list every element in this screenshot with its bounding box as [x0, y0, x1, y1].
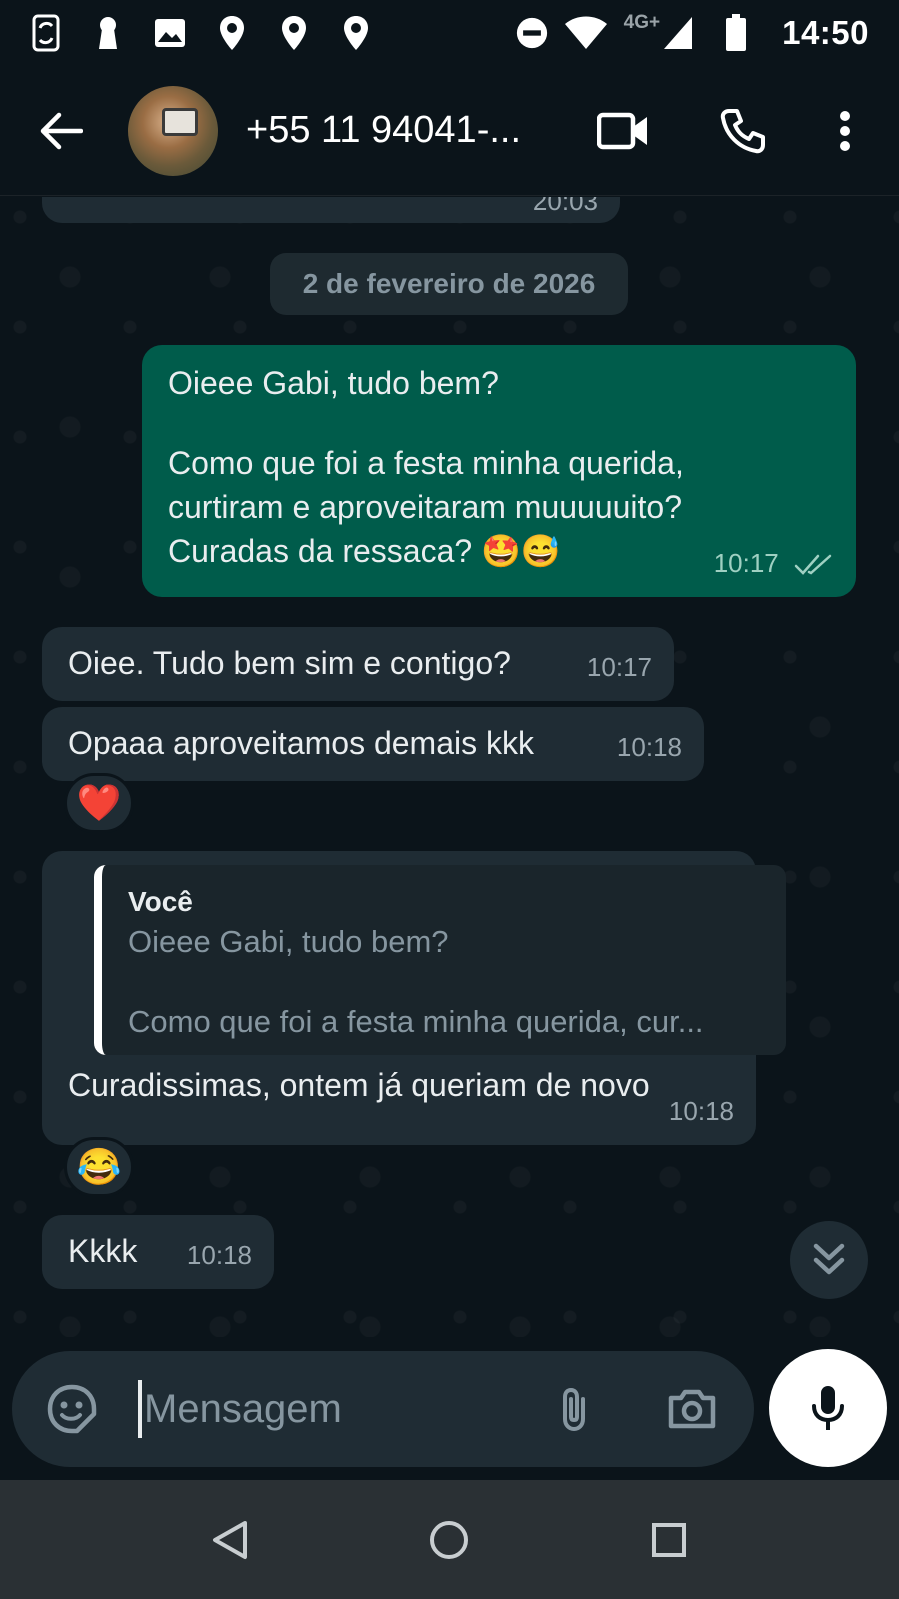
- mic-icon: [812, 1386, 844, 1430]
- previous-message[interactable]: 20:03: [42, 197, 620, 223]
- location-pin-icon: [278, 15, 310, 51]
- phone-icon[interactable]: [713, 101, 773, 161]
- reaction-badge[interactable]: 😂: [64, 1137, 134, 1197]
- incoming-message[interactable]: Opaaa aproveitamos demais kkk 10:18: [42, 707, 704, 781]
- quote-text: Oieee Gabi, tudo bem?: [128, 924, 449, 959]
- message-text: Kkkk: [68, 1233, 138, 1269]
- wifi-icon: [564, 15, 608, 51]
- text-caret: [138, 1380, 142, 1438]
- system-nav-bar: [0, 1480, 899, 1599]
- chat-header: +55 11 94041-...: [0, 66, 899, 196]
- double-chevron-down-icon: [813, 1243, 845, 1275]
- dnd-icon: [516, 15, 548, 51]
- nav-recents-icon[interactable]: [639, 1510, 699, 1570]
- message-time: 10:17: [713, 548, 779, 578]
- incoming-message[interactable]: Oiee. Tudo bem sim e contigo? 10:17: [42, 627, 674, 701]
- camera-icon[interactable]: [662, 1379, 722, 1439]
- chat-area[interactable]: 20:03 2 de fevereiro de 2026 Oieee Gabi,…: [0, 197, 899, 1337]
- image-icon: [154, 15, 186, 51]
- quoted-message[interactable]: Você Oieee Gabi, tudo bem? Como que foi …: [94, 865, 786, 1055]
- network-type: 4G+: [623, 12, 661, 33]
- composer: [0, 1337, 899, 1480]
- attach-icon[interactable]: [544, 1379, 604, 1439]
- outgoing-message[interactable]: Oieee Gabi, tudo bem? Como que foi a fes…: [142, 345, 856, 597]
- more-vert-icon[interactable]: [815, 101, 875, 161]
- back-arrow-icon[interactable]: [36, 106, 86, 156]
- message-time: 10:17: [586, 652, 652, 682]
- message-time: 20:03: [532, 197, 598, 216]
- mic-button[interactable]: [769, 1349, 887, 1467]
- sticker-icon[interactable]: [42, 1379, 102, 1439]
- message-time: 10:18: [186, 1240, 252, 1270]
- message-text: Opaaa aproveitamos demais kkk: [68, 725, 534, 761]
- avatar[interactable]: [128, 85, 218, 176]
- signal-icon: [662, 15, 694, 51]
- quote-author: Você: [128, 886, 193, 917]
- message-time: 10:18: [616, 732, 682, 762]
- message-text: curtiram e aproveitaram muuuuuito?: [168, 489, 683, 525]
- incoming-message[interactable]: Kkkk 10:18: [42, 1215, 274, 1289]
- quote-text: Como que foi a festa minha querida, cur.…: [128, 1004, 704, 1039]
- keyhole-icon: [92, 15, 124, 51]
- message-input[interactable]: [144, 1386, 534, 1432]
- location-pin-icon: [340, 15, 372, 51]
- location-pin-icon: [216, 15, 248, 51]
- contact-name[interactable]: +55 11 94041-...: [246, 109, 556, 152]
- data-saver-icon: [30, 14, 62, 52]
- battery-icon: [720, 14, 752, 51]
- message-input-bar[interactable]: [12, 1351, 754, 1467]
- message-meta: 10:17: [714, 541, 834, 585]
- message-text: Como que foi a festa minha querida,: [168, 445, 684, 481]
- message-text: Oieee Gabi, tudo bem?: [168, 365, 499, 401]
- incoming-reply-message[interactable]: Você Oieee Gabi, tudo bem? Como que foi …: [42, 851, 786, 1145]
- status-bar: 4G+ 14:50: [0, 0, 899, 66]
- video-call-icon[interactable]: [593, 101, 653, 161]
- message-text: Curadissimas, ontem já queriam de novo: [68, 1067, 650, 1103]
- date-separator: 2 de fevereiro de 2026: [270, 253, 628, 315]
- read-ticks-icon: [794, 554, 832, 575]
- clock: 14:50: [782, 14, 869, 51]
- message-text: Oiee. Tudo bem sim e contigo?: [68, 645, 511, 681]
- scroll-to-bottom-button[interactable]: [790, 1221, 868, 1299]
- reaction-badge[interactable]: ❤️: [64, 773, 134, 833]
- message-time: 10:18: [668, 1096, 734, 1126]
- nav-home-icon[interactable]: [419, 1510, 479, 1570]
- nav-back-icon[interactable]: [200, 1510, 260, 1570]
